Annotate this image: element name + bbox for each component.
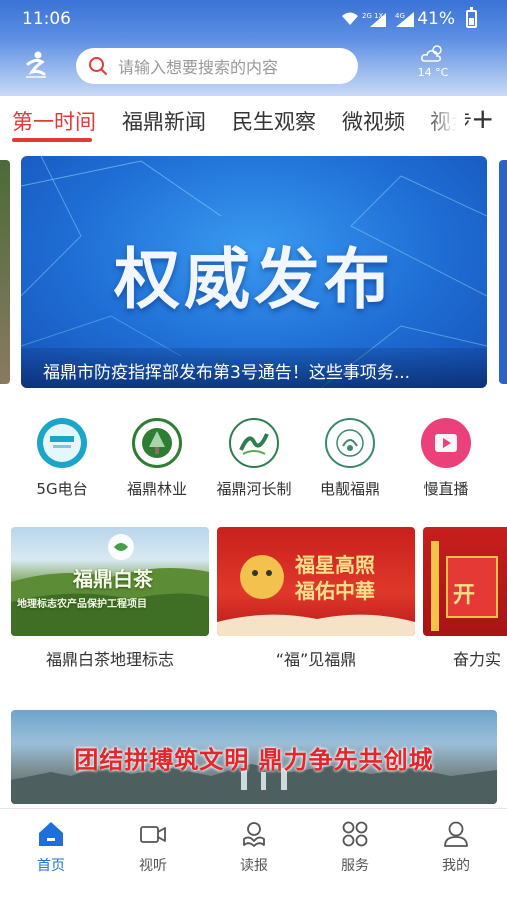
search-bar[interactable]: 请输入想要搜索的内容 [76,48,358,84]
card-title: 奋力实 [453,650,502,669]
channel-tabs: 第一时间 福鼎新闻 民生观察 微视频 视步 + [0,96,507,148]
search-placeholder: 请输入想要搜索的内容 [118,58,279,77]
weather-widget[interactable]: 14 °C [410,44,456,79]
status-bar: 11:06 2G 1X 4G 41% [0,0,507,38]
nav-label: 读报 [240,858,268,874]
nav-home[interactable]: 首页 [11,819,91,875]
card-overlay-subtitle: 地理标志农产品保护工程项目 [17,599,147,610]
app-logo-icon[interactable] [22,50,50,80]
feature-card-white-tea[interactable]: 福鼎白茶 地理标志农产品保护工程项目 福鼎白茶地理标志 [11,527,209,670]
battery-percent: 41% [417,9,455,29]
headline-banner[interactable]: 权威发布 福鼎市防疫指挥部发布第3号通告！这些事项务... [21,156,487,388]
service-shortcuts: 5G电台 福鼎林业 福鼎河长制 电靓福鼎 慢直播 [0,412,507,504]
promo-slogan: 团结拼搏筑文明 鼎力争先共创城 [74,746,434,774]
service-label: 福鼎林业 [126,480,187,498]
status-time: 11:06 [22,9,71,29]
banner-headline: 权威发布 [114,241,394,318]
nav-read-paper[interactable]: 读报 [214,819,294,875]
cloudy-sun-icon [421,45,442,62]
live-stream-icon [421,418,471,468]
video-camera-icon [140,826,166,843]
service-label: 福鼎河长制 [216,480,292,498]
power-supply-icon [325,418,375,468]
card-image: 福星高照 福佑中華 [217,527,415,636]
nav-services[interactable]: 服务 [315,819,395,875]
nav-profile[interactable]: 我的 [416,819,496,875]
service-power-supply[interactable]: 电靓福鼎 [300,412,400,499]
feature-card-struggle[interactable]: 开 奋力实 [423,527,507,670]
nav-label: 我的 [442,858,470,874]
card-title: “福”见福鼎 [275,650,357,669]
service-label: 电靓福鼎 [319,480,380,498]
bottom-navigation: 首页 视听 读报 服务 我的 [0,808,507,900]
tab-livelihood[interactable]: 民生观察 [232,106,316,136]
card-title: 福鼎白茶地理标志 [45,650,174,669]
newspaper-reader-icon [243,822,265,847]
river-chief-icon [229,418,279,468]
tab-fade-overlay [425,96,465,148]
service-live-stream[interactable]: 慢直播 [396,412,496,499]
network-label-4g: 4G [395,12,405,20]
card-overlay-title: 开 [453,583,476,608]
nav-label: 视听 [139,858,167,874]
tab-micro-video[interactable]: 微视频 [342,106,405,136]
active-tab-indicator [12,138,92,142]
nav-label: 首页 [37,858,65,874]
service-river-chief[interactable]: 福鼎河长制 [204,412,304,499]
service-5g-radio[interactable]: 5G电台 [12,412,112,499]
carousel-prev-peek[interactable] [0,160,10,384]
wifi-icon [342,12,358,25]
5g-radio-icon [37,418,87,468]
card-overlay-title: 福鼎白茶 [73,567,153,591]
card-overlay-subtitle: 福佑中華 [295,579,375,603]
feature-cards: 福鼎白茶 地理标志农产品保护工程项目 福鼎白茶地理标志 福星高照 福佑中華 “福… [0,527,507,672]
feature-card-fu-fuding[interactable]: 福星高照 福佑中華 “福”见福鼎 [217,527,415,670]
home-icon [39,822,63,846]
nav-label: 服务 [341,858,369,874]
carousel-next-peek[interactable] [499,160,507,384]
banner-caption: 福鼎市防疫指挥部发布第3号通告！这些事项务... [21,348,487,388]
service-label: 慢直播 [423,480,469,498]
tab-first-time[interactable]: 第一时间 [12,106,96,136]
search-icon [89,57,107,75]
service-label: 5G电台 [36,480,88,498]
weather-temperature: 14 °C [417,66,449,79]
card-image: 福鼎白茶 地理标志农产品保护工程项目 [11,527,209,636]
add-channel-button[interactable]: + [471,102,494,135]
card-image: 开 [423,527,507,636]
service-forestry[interactable]: 福鼎林业 [107,412,207,499]
services-grid-icon [342,821,368,847]
civilization-promo-banner[interactable]: 团结拼搏筑文明 鼎力争先共创城 [11,710,497,804]
nav-audio-video[interactable]: 视听 [113,819,193,875]
user-profile-icon [444,821,468,847]
tab-fuding-news[interactable]: 福鼎新闻 [122,106,206,136]
battery-icon [466,7,477,28]
forestry-icon [132,418,182,468]
card-overlay-title: 福星高照 [295,553,375,577]
